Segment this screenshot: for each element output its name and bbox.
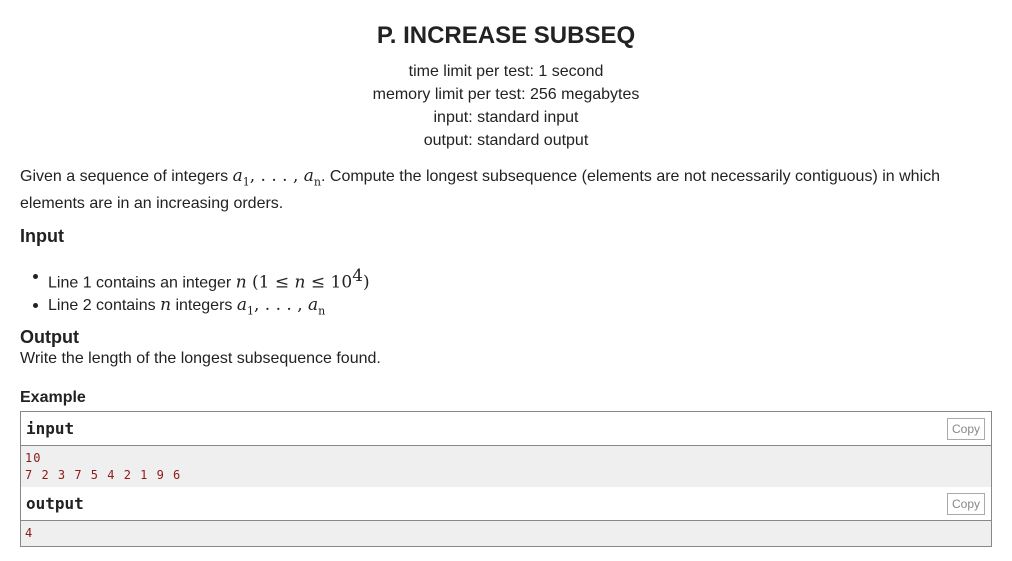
problem-header: P. INCREASE SUBSEQ time limit per test: …: [0, 0, 1012, 152]
sample-input-label: input: [26, 419, 75, 438]
copy-output-button[interactable]: Copy: [947, 493, 985, 515]
example-title: Example: [20, 389, 86, 406]
sample-input-line: 7 2 3 7 5 4 2 1 9 6: [25, 468, 182, 482]
sample-input-line: 10: [25, 451, 42, 465]
math-dots: , . . . ,: [249, 166, 304, 186]
sample-output: output Copy 4: [20, 487, 992, 547]
sample-output-line: 4: [25, 526, 34, 540]
input-spec-line2: Line 2 contains n integers a1, . . . , a…: [30, 294, 370, 322]
sample-output-content: 4: [21, 521, 991, 546]
sample-output-header: output Copy: [21, 487, 991, 521]
time-limit: time limit per test: 1 second: [408, 63, 604, 80]
memory-limit: memory limit per test: 256 megabytes: [372, 86, 640, 103]
input-spec-list: Line 1 contains an integer n (1 ≤ n ≤ 10…: [30, 265, 370, 323]
sample-output-label: output: [26, 494, 84, 513]
input-spec-line1: Line 1 contains an integer n (1 ≤ n ≤ 10…: [30, 265, 370, 294]
output-file: output: standard output: [423, 132, 589, 149]
sample-input-content: 10 7 2 3 7 5 4 2 1 9 6: [21, 446, 991, 488]
output-section-title: Output: [20, 327, 79, 347]
math-a1: a1: [232, 166, 250, 189]
statement-prefix: Given a sequence of integers: [20, 168, 233, 185]
math-an: an: [303, 166, 321, 189]
problem-statement: Given a sequence of integers a1, . . . ,…: [20, 165, 995, 215]
sample-input-header: input Copy: [21, 412, 991, 446]
output-description: Write the length of the longest subseque…: [20, 350, 381, 367]
problem-title: P. INCREASE SUBSEQ: [376, 22, 636, 49]
input-section-title: Input: [20, 226, 64, 246]
sample-input: input Copy 10 7 2 3 7 5 4 2 1 9 6: [20, 411, 992, 489]
problem-limits: time limit per test: 1 second memory lim…: [0, 60, 1012, 152]
copy-input-button[interactable]: Copy: [947, 418, 985, 440]
input-file: input: standard input: [433, 109, 579, 126]
